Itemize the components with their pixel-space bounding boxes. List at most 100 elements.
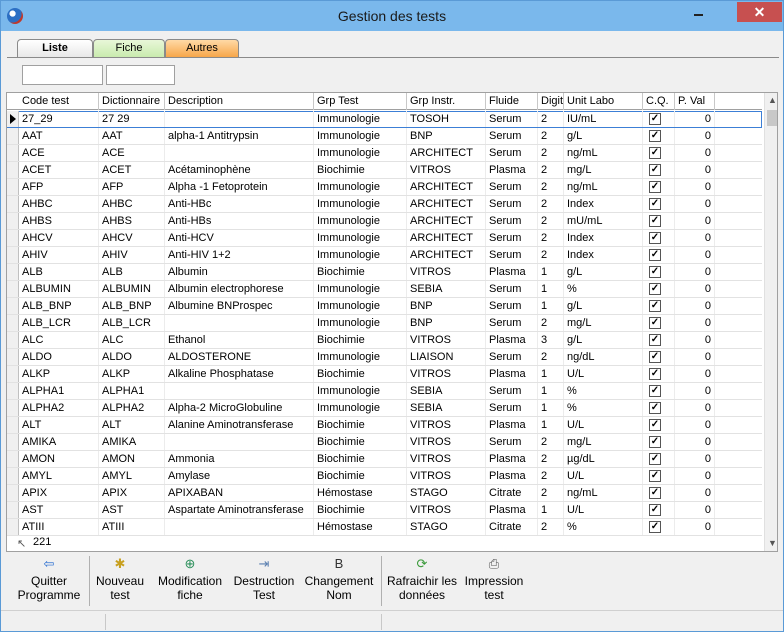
cell-p-val[interactable]: 0: [675, 451, 715, 467]
table-row[interactable]: AMIKA AMIKA Biochimie VITROS Serum 2 mg/L ✓ 0: [7, 434, 762, 451]
table-row[interactable]: ALC ALC Ethanol Biochimie VITROS Plasma 3 g/L ✓ 0: [7, 332, 762, 349]
cell-dictionnaire[interactable]: AMIKA: [99, 434, 165, 450]
cell-digit[interactable]: 1: [538, 298, 564, 314]
cell-digit[interactable]: 3: [538, 332, 564, 348]
cell-unit-labo[interactable]: ng/mL: [564, 179, 643, 195]
cell-fluide[interactable]: Serum: [486, 281, 538, 297]
cell-description[interactable]: Anti-HBs: [165, 213, 314, 229]
cell-grp-instr[interactable]: BNP: [407, 298, 486, 314]
cell-fluide[interactable]: Citrate: [486, 519, 538, 535]
cq-checkbox[interactable]: ✓: [649, 130, 661, 142]
column-header-fluide[interactable]: Fluide: [486, 93, 538, 110]
cell-grp-test[interactable]: Biochimie: [314, 502, 407, 518]
cell-grp-test[interactable]: Immunologie: [314, 145, 407, 161]
tab-autres[interactable]: Autres: [165, 39, 239, 57]
cell-unit-labo[interactable]: ng/dL: [564, 349, 643, 365]
cell-code-test[interactable]: AHCV: [19, 230, 99, 246]
table-row[interactable]: 27_29 27 29 Immunologie TOSOH Serum 2 IU/mL ✓ 0: [7, 111, 762, 128]
cell-grp-test[interactable]: Immunologie: [314, 400, 407, 416]
cell-digit[interactable]: 1: [538, 417, 564, 433]
table-row[interactable]: AAT AAT alpha-1 Antitrypsin Immunologie BNP S…: [7, 128, 762, 145]
cell-unit-labo[interactable]: g/L: [564, 128, 643, 144]
cell-p-val[interactable]: 0: [675, 366, 715, 382]
cell-dictionnaire[interactable]: ALPHA2: [99, 400, 165, 416]
cell-description[interactable]: Anti-HIV 1+2: [165, 247, 314, 263]
column-header-code-test[interactable]: Code test: [19, 93, 99, 110]
column-header-dictionnaire[interactable]: Dictionnaire: [99, 93, 165, 110]
cell-p-val[interactable]: 0: [675, 213, 715, 229]
cq-checkbox[interactable]: ✓: [649, 470, 661, 482]
cell-p-val[interactable]: 0: [675, 434, 715, 450]
cell-digit[interactable]: 2: [538, 111, 564, 127]
cell-digit[interactable]: 2: [538, 315, 564, 331]
cell-description[interactable]: alpha-1 Antitrypsin: [165, 128, 314, 144]
cell-code-test[interactable]: ATIII: [19, 519, 99, 535]
title-bar[interactable]: Gestion des tests ✕: [1, 1, 783, 31]
cell-grp-test[interactable]: Immunologie: [314, 247, 407, 263]
row-indicator[interactable]: [7, 230, 19, 246]
table-row[interactable]: ALT ALT Alanine Aminotransferase Biochimie V…: [7, 417, 762, 434]
cell-digit[interactable]: 2: [538, 179, 564, 195]
column-header-p-val[interactable]: P. Val: [675, 93, 715, 110]
cq-checkbox[interactable]: ✓: [649, 266, 661, 278]
cell-grp-instr[interactable]: ARCHITECT: [407, 213, 486, 229]
magnifier-edit-button[interactable]: ⊕ Modification fiche: [152, 554, 228, 608]
cell-p-val[interactable]: 0: [675, 145, 715, 161]
tab-liste[interactable]: Liste: [17, 39, 93, 57]
cell-fluide[interactable]: Plasma: [486, 332, 538, 348]
cell-p-val[interactable]: 0: [675, 349, 715, 365]
cell-digit[interactable]: 2: [538, 349, 564, 365]
cq-checkbox[interactable]: ✓: [649, 385, 661, 397]
cell-digit[interactable]: 1: [538, 366, 564, 382]
cell-digit[interactable]: 2: [538, 468, 564, 484]
cell-p-val[interactable]: 0: [675, 196, 715, 212]
cell-grp-instr[interactable]: ARCHITECT: [407, 145, 486, 161]
cell-dictionnaire[interactable]: ATIII: [99, 519, 165, 535]
cq-checkbox[interactable]: ✓: [649, 300, 661, 312]
table-row[interactable]: ALB ALB Albumin Biochimie VITROS Plasma 1 g/L ✓ 0: [7, 264, 762, 281]
cell-description[interactable]: [165, 111, 314, 127]
cell-description[interactable]: ALDOSTERONE: [165, 349, 314, 365]
table-row[interactable]: AST AST Aspartate Aminotransferase Biochimi…: [7, 502, 762, 519]
minimize-button[interactable]: [689, 3, 709, 23]
cell-grp-instr[interactable]: ARCHITECT: [407, 247, 486, 263]
cell-grp-test[interactable]: Biochimie: [314, 417, 407, 433]
cq-checkbox[interactable]: ✓: [649, 453, 661, 465]
close-button[interactable]: ✕: [737, 2, 782, 22]
table-row[interactable]: ALB_LCR ALB_LCR Immunologie BNP Serum 2 mg/L ✓ 0: [7, 315, 762, 332]
cell-dictionnaire[interactable]: ACET: [99, 162, 165, 178]
cell-p-val[interactable]: 0: [675, 485, 715, 501]
cq-checkbox[interactable]: ✓: [649, 181, 661, 193]
current-row-icon[interactable]: [7, 111, 19, 127]
cell-grp-instr[interactable]: SEBIA: [407, 400, 486, 416]
cell-unit-labo[interactable]: %: [564, 400, 643, 416]
cell-p-val[interactable]: 0: [675, 502, 715, 518]
table-row[interactable]: AHIV AHIV Anti-HIV 1+2 Immunologie ARCHITECT…: [7, 247, 762, 264]
cell-p-val[interactable]: 0: [675, 247, 715, 263]
column-header-cq[interactable]: C.Q.: [643, 93, 675, 110]
cell-digit[interactable]: 2: [538, 451, 564, 467]
cell-unit-labo[interactable]: mg/L: [564, 162, 643, 178]
cell-grp-test[interactable]: Immunologie: [314, 196, 407, 212]
cell-digit[interactable]: 2: [538, 162, 564, 178]
cell-code-test[interactable]: ALDO: [19, 349, 99, 365]
scroll-thumb[interactable]: [767, 110, 777, 126]
row-indicator[interactable]: [7, 298, 19, 314]
cell-description[interactable]: Aspartate Aminotransferase: [165, 502, 314, 518]
cell-unit-labo[interactable]: IU/mL: [564, 111, 643, 127]
cell-p-val[interactable]: 0: [675, 383, 715, 399]
cell-grp-test[interactable]: Immunologie: [314, 213, 407, 229]
cell-grp-test[interactable]: Hémostase: [314, 485, 407, 501]
cell-grp-instr[interactable]: ARCHITECT: [407, 179, 486, 195]
cell-dictionnaire[interactable]: ALT: [99, 417, 165, 433]
cell-unit-labo[interactable]: U/L: [564, 502, 643, 518]
cell-dictionnaire[interactable]: ALB: [99, 264, 165, 280]
cell-p-val[interactable]: 0: [675, 230, 715, 246]
column-header-grp-test[interactable]: Grp Test: [314, 93, 407, 110]
cq-checkbox[interactable]: ✓: [649, 436, 661, 448]
cell-description[interactable]: Albumine BNProspec: [165, 298, 314, 314]
row-indicator[interactable]: [7, 213, 19, 229]
cell-digit[interactable]: 2: [538, 519, 564, 535]
cell-code-test[interactable]: ALB_LCR: [19, 315, 99, 331]
cell-dictionnaire[interactable]: ALB_LCR: [99, 315, 165, 331]
